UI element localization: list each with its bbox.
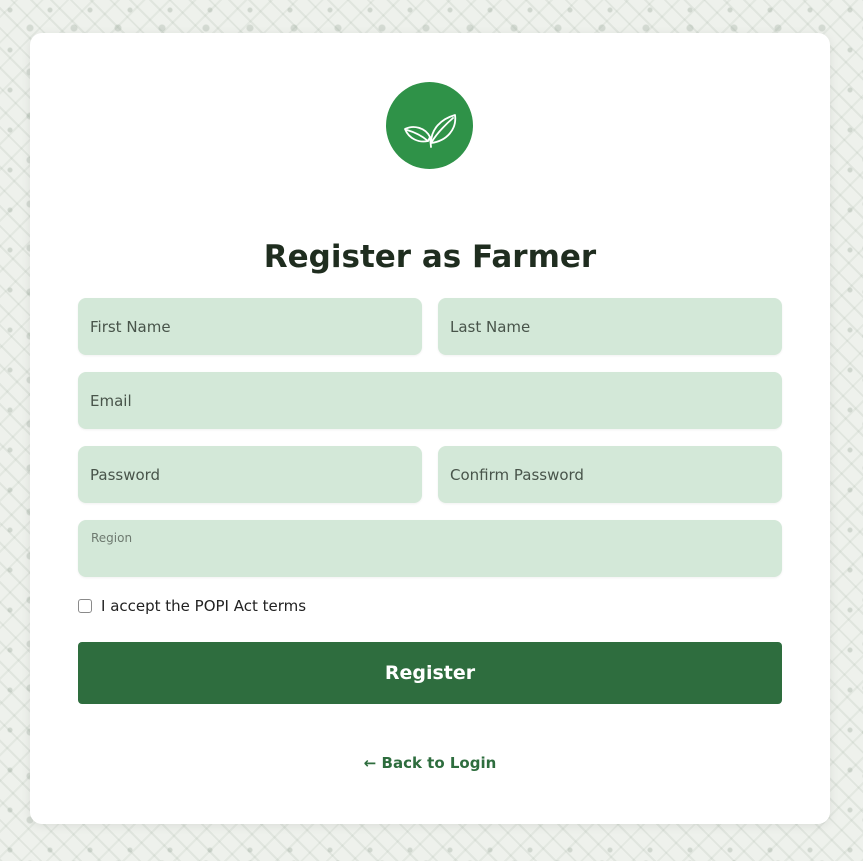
confirm-password-input[interactable] (438, 446, 782, 503)
register-card: Register as Farmer Region I accept the P… (30, 33, 830, 824)
last-name-input[interactable] (438, 298, 782, 355)
register-button[interactable]: Register (78, 642, 782, 704)
page-title: Register as Farmer (263, 239, 597, 275)
first-name-input[interactable] (78, 298, 422, 355)
terms-label: I accept the POPI Act terms (101, 597, 307, 615)
password-input[interactable] (78, 446, 422, 503)
email-input[interactable] (78, 372, 782, 429)
region-label: Region (91, 531, 133, 545)
back-to-login-link[interactable]: ← Back to Login (30, 754, 830, 772)
terms-row: I accept the POPI Act terms (78, 597, 306, 615)
leaves-icon (403, 113, 456, 148)
region-select[interactable]: Region (78, 520, 782, 577)
terms-checkbox[interactable] (78, 599, 92, 613)
logo (386, 82, 473, 169)
